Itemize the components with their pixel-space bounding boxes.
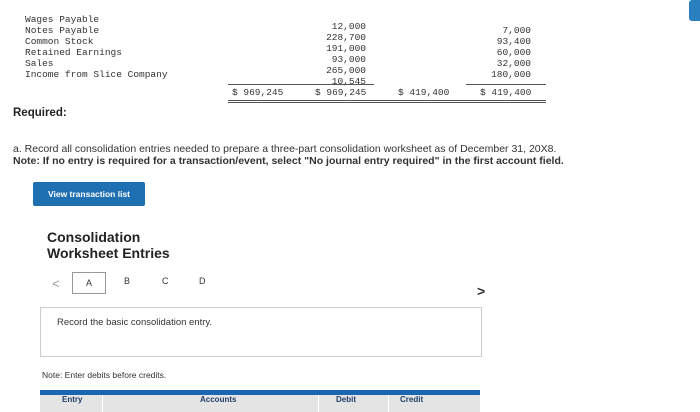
col-a-value: 191,000	[326, 43, 366, 54]
column-header-debit: Debit	[336, 395, 356, 404]
tab-label: A	[85, 278, 92, 288]
row-label-common-stock: Common Stock	[25, 36, 94, 47]
journal-grid-header: Entry Accounts Debit Credit	[40, 390, 480, 412]
column-divider	[102, 395, 103, 412]
entry-prompt-text: Record the basic consolidation entry.	[57, 317, 213, 328]
col-a-value: 12,000	[331, 21, 366, 32]
worksheet-title-line2: Worksheet Entries	[47, 245, 170, 261]
row-label-notes-payable: Notes Payable	[25, 25, 100, 36]
row-label-retained-earnings: Retained Earnings	[25, 47, 122, 58]
column-divider	[318, 395, 319, 412]
subtotal-rule	[466, 84, 546, 85]
total-debit-a: $ 969,245	[232, 87, 284, 98]
tab-a[interactable]: A	[72, 272, 106, 294]
instructions: a. Record all consolidation entries need…	[13, 143, 564, 167]
col-a-value: 93,000	[331, 54, 366, 65]
worksheet-title: Consolidation Worksheet Entries	[47, 229, 170, 261]
col-a-value: 265,000	[326, 65, 366, 76]
instruction-note: Note: If no entry is required for a tran…	[13, 155, 564, 167]
column-header-entry: Entry	[62, 395, 83, 404]
col-b-value: 32,000	[496, 58, 531, 69]
chevron-left-icon[interactable]: <	[52, 276, 60, 291]
row-label-sales: Sales	[25, 58, 54, 69]
column-divider	[388, 395, 389, 412]
chevron-right-icon[interactable]: >	[477, 283, 485, 299]
financial-data-table: Wages Payable Notes Payable Common Stock…	[0, 0, 560, 106]
col-b-value: 180,000	[491, 69, 531, 80]
debits-note: Note: Enter debits before credits.	[42, 370, 167, 380]
row-label-wages-payable: Wages Payable	[25, 14, 100, 25]
entry-prompt-box: Record the basic consolidation entry.	[40, 307, 482, 357]
col-b-value: 60,000	[496, 47, 531, 58]
total-col-a: $ 969,245	[315, 87, 367, 98]
column-header-credit: Credit	[400, 395, 424, 404]
total-col-b-left: $ 419,400	[398, 87, 450, 98]
instruction-text: a. Record all consolidation entries need…	[13, 143, 557, 155]
tab-d[interactable]: D	[199, 276, 206, 286]
tab-c[interactable]: C	[162, 276, 169, 286]
subtotal-rule	[228, 84, 374, 85]
side-panel-tab[interactable]	[689, 0, 700, 21]
col-a-value: 228,700	[326, 32, 366, 43]
col-a-value: 10,545	[331, 76, 366, 87]
col-b-value: 93,400	[496, 36, 531, 47]
col-b-value: 7,000	[502, 25, 531, 36]
view-transaction-list-button[interactable]: View transaction list	[33, 182, 145, 206]
required-heading: Required:	[13, 107, 67, 119]
total-col-b: $ 419,400	[480, 87, 532, 98]
column-header-accounts: Accounts	[200, 395, 237, 404]
row-label-income-from-slice: Income from Slice Company	[25, 69, 168, 80]
total-double-rule	[228, 102, 546, 103]
tab-b[interactable]: B	[124, 276, 130, 286]
total-double-rule	[228, 100, 546, 101]
worksheet-title-line1: Consolidation	[47, 229, 141, 245]
